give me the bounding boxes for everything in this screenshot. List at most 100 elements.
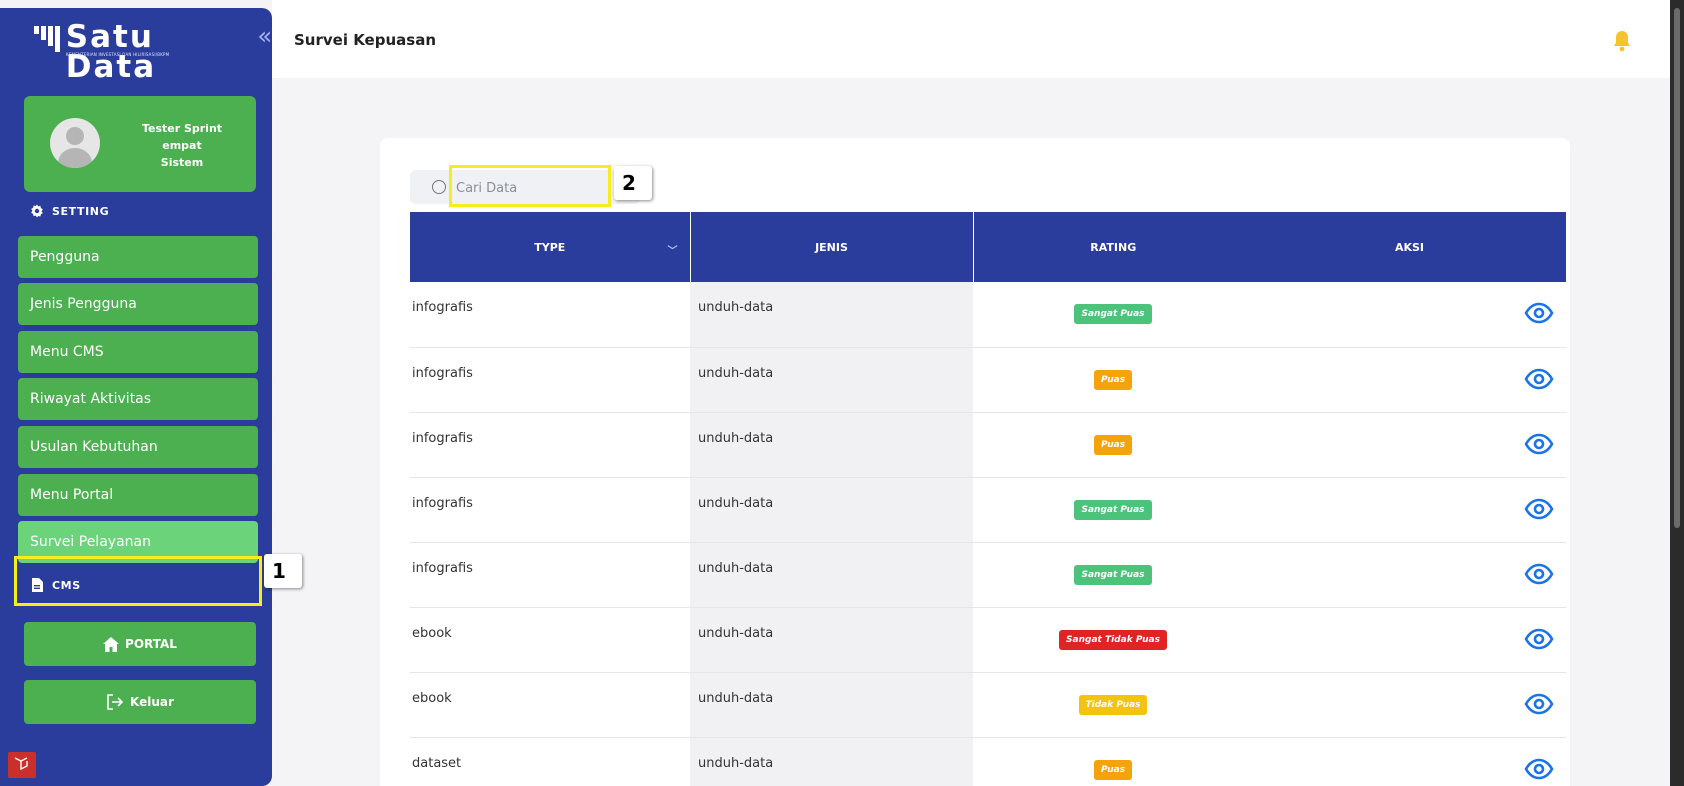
cell-jenis: unduh-data — [690, 737, 973, 786]
cell-type: infografis — [410, 347, 690, 413]
view-eye-icon[interactable] — [1524, 433, 1554, 455]
cell-jenis: unduh-data — [690, 672, 973, 738]
cell-jenis: unduh-data — [690, 477, 973, 543]
bell-icon[interactable] — [1612, 30, 1632, 56]
laravel-debug-icon[interactable] — [8, 752, 36, 778]
cell-rating: Sangat Tidak Puas — [973, 607, 1253, 673]
callout-1: 1 — [264, 554, 302, 588]
cell-type: infografis — [410, 282, 690, 348]
cell-type: infografis — [410, 477, 690, 543]
window-scrollbar[interactable] — [1670, 0, 1684, 786]
profile-role: Sistem — [160, 156, 204, 169]
sidebar-item-pengguna[interactable]: Pengguna — [18, 236, 258, 278]
column-header-type-label: TYPE — [534, 240, 566, 254]
column-header-jenis[interactable]: JENIS — [689, 212, 973, 282]
portal-button[interactable]: PORTAL — [24, 622, 256, 666]
setting-label: SETTING — [52, 204, 110, 218]
cell-type: ebook — [410, 607, 690, 673]
column-header-aksi: AKSI — [1253, 212, 1566, 282]
setting-section[interactable]: SETTING — [30, 204, 109, 218]
table-row: infografis unduh-data Puas — [410, 347, 1566, 413]
cell-jenis: unduh-data — [690, 347, 973, 413]
chevron-down-icon[interactable]: ﹀ — [668, 242, 678, 257]
sidebar-item-riwayat-aktivitas[interactable]: Riwayat Aktivitas — [18, 378, 258, 420]
logout-button[interactable]: Keluar — [24, 680, 256, 724]
logo-subtitle: KEMENTERIAN INVESTASI DAN HILIRISASI/BKP… — [66, 52, 170, 57]
cell-type: infografis — [410, 412, 690, 478]
portal-label: PORTAL — [125, 637, 177, 651]
top-bar: Survei Kepuasan — [272, 0, 1684, 78]
table-row: infografis unduh-data Sangat Puas — [410, 477, 1566, 543]
rating-badge: Sangat Puas — [1074, 499, 1152, 520]
logout-icon — [106, 694, 124, 710]
search-icon — [432, 180, 446, 194]
table-row: infografis unduh-data Sangat Puas — [410, 542, 1566, 608]
highlight-box-2 — [449, 165, 611, 207]
cell-aksi — [1253, 477, 1566, 543]
cell-jenis: unduh-data — [690, 282, 973, 348]
profile-name-line1: Tester Sprint — [141, 122, 223, 135]
cell-type: dataset — [410, 737, 690, 786]
sidebar-item-menu-cms[interactable]: Menu CMS — [18, 331, 258, 373]
cell-aksi — [1253, 542, 1566, 608]
survey-card: TYPE ﹀ JENIS RATING AKSI infografisunduh… — [380, 138, 1570, 786]
logo-mark-icon — [34, 22, 62, 52]
cell-rating: Sangat Puas — [973, 477, 1253, 543]
view-eye-icon[interactable] — [1524, 302, 1554, 324]
highlight-box-1 — [14, 556, 262, 606]
app-logo[interactable]: Satu Data « KEMENTERIAN INVESTASI DAN HI… — [34, 22, 272, 83]
cell-aksi — [1253, 672, 1566, 738]
rating-badge: Sangat Tidak Puas — [1059, 629, 1167, 650]
table-row: ebook unduh-data Tidak Puas — [410, 672, 1566, 738]
profile-name: Tester Sprint empat Sistem — [122, 120, 242, 171]
cell-aksi — [1253, 282, 1566, 348]
view-eye-icon[interactable] — [1524, 563, 1554, 585]
cell-rating: Tidak Puas — [973, 672, 1253, 738]
sidebar: Satu Data « KEMENTERIAN INVESTASI DAN HI… — [0, 8, 272, 786]
cell-type: infografis — [410, 542, 690, 608]
view-eye-icon[interactable] — [1524, 693, 1554, 715]
cell-type: ebook — [410, 672, 690, 738]
survey-table: TYPE ﹀ JENIS RATING AKSI infografis unduh… — [410, 212, 1566, 786]
avatar — [50, 118, 100, 168]
view-eye-icon[interactable] — [1524, 368, 1554, 390]
collapse-sidebar-icon[interactable]: « — [257, 22, 272, 50]
table-row: infografis unduh-data Puas — [410, 412, 1566, 478]
rating-badge: Puas — [1093, 759, 1133, 780]
view-eye-icon[interactable] — [1524, 498, 1554, 520]
table-row: infografis unduh-data Sangat Puas — [410, 282, 1566, 348]
cell-jenis: unduh-data — [690, 607, 973, 673]
page: Satu Data « KEMENTERIAN INVESTASI DAN HI… — [0, 0, 1684, 786]
callout-2: 2 — [614, 166, 652, 200]
cell-aksi — [1253, 347, 1566, 413]
table-row: ebook unduh-data Sangat Tidak Puas — [410, 607, 1566, 673]
rating-badge: Puas — [1093, 434, 1133, 455]
cell-rating: Sangat Puas — [973, 542, 1253, 608]
table-header-row: TYPE ﹀ JENIS RATING AKSI — [410, 212, 1566, 282]
gear-icon — [30, 204, 44, 218]
cell-rating: Sangat Puas — [973, 282, 1253, 348]
home-icon — [103, 636, 120, 652]
cell-rating: Puas — [973, 412, 1253, 478]
cell-rating: Puas — [973, 347, 1253, 413]
rating-badge: Sangat Puas — [1074, 304, 1152, 324]
sidebar-item-usulan-kebutuhan[interactable]: Usulan Kebutuhan — [18, 426, 258, 468]
sidebar-item-menu-portal[interactable]: Menu Portal — [18, 474, 258, 516]
profile-card[interactable]: Tester Sprint empat Sistem — [24, 96, 256, 192]
view-eye-icon[interactable] — [1524, 628, 1554, 650]
cell-aksi — [1253, 412, 1566, 478]
rating-badge: Tidak Puas — [1078, 694, 1148, 715]
rating-badge: Puas — [1093, 369, 1133, 390]
table-body: infografis unduh-data Sangat Puas infografi… — [410, 282, 1566, 786]
column-header-rating[interactable]: RATING — [972, 212, 1253, 282]
view-eye-icon[interactable] — [1524, 758, 1554, 780]
sidebar-item-jenis-pengguna[interactable]: Jenis Pengguna — [18, 283, 258, 325]
cell-jenis: unduh-data — [690, 542, 973, 608]
cell-jenis: unduh-data — [690, 412, 973, 478]
rating-badge: Sangat Puas — [1074, 564, 1152, 585]
cell-rating: Puas — [973, 737, 1253, 786]
logout-label: Keluar — [130, 695, 174, 709]
column-header-type[interactable]: TYPE ﹀ — [410, 212, 690, 282]
cell-aksi — [1253, 737, 1566, 786]
cell-aksi — [1253, 607, 1566, 673]
